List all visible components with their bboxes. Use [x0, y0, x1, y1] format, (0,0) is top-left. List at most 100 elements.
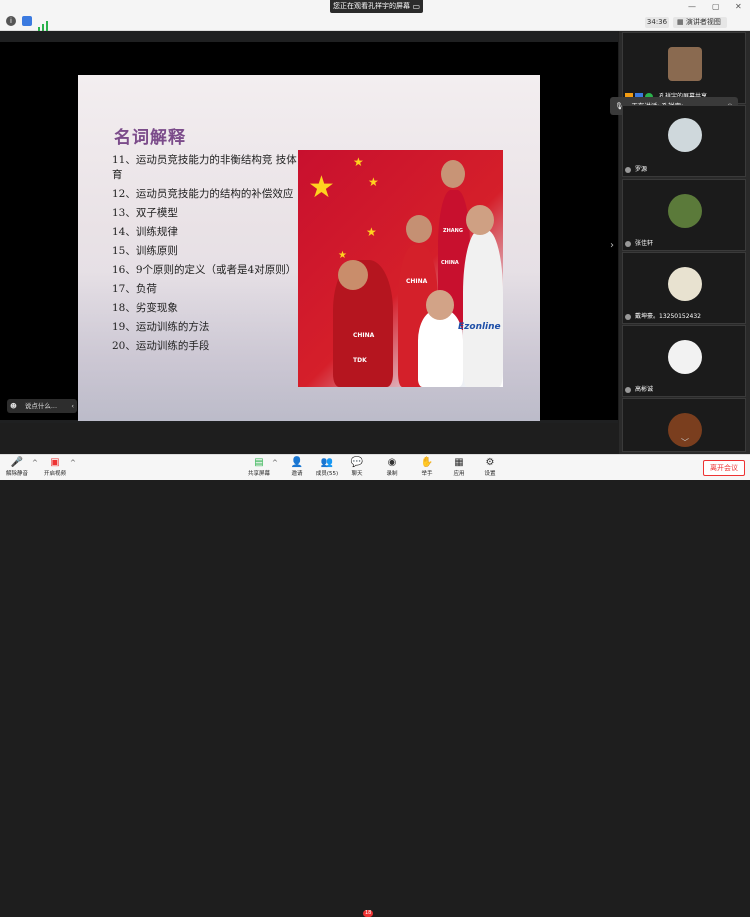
chat-icon: 💬 [350, 457, 364, 468]
avatar [668, 194, 702, 228]
avatar [668, 267, 702, 301]
athlete-face [426, 290, 454, 320]
chat-label: 聊天 [351, 471, 363, 477]
apps-button[interactable]: ▦ 应用 [444, 455, 474, 480]
chevron-up-icon[interactable]: ^ [32, 459, 38, 467]
avatar [668, 340, 702, 374]
share-screen-icon: ▤ [254, 457, 264, 468]
chat-input[interactable]: ☻ 说点什么... ‹ [7, 399, 77, 413]
apps-label: 应用 [453, 471, 465, 477]
slide-item: 12、运动员竞技能力的结构的补偿效应 [112, 188, 294, 200]
invite-button[interactable]: 👤 邀请 [282, 455, 312, 480]
slide-item-list: 11、运动员竞技能力的非衡结构竞 技体育 12、运动员竞技能力的结构的补偿效应 … [112, 153, 302, 358]
slide-item: 11、运动员竞技能力的非衡结构竞 技体育 [112, 154, 297, 181]
athlete-face [338, 260, 368, 290]
participant-name: 张佳轩 [635, 240, 654, 247]
members-label: 成员(55) [315, 471, 339, 477]
flag-star-icon: ★ [308, 170, 335, 205]
emoji-icon[interactable]: ☻ [10, 402, 17, 410]
mic-muted-icon [625, 314, 631, 320]
participant-name: 罗源 [635, 166, 648, 173]
settings-button[interactable]: ⚙ 设置 [475, 455, 505, 480]
mic-muted-icon [625, 167, 631, 173]
camera-off-icon: ▣ [50, 457, 60, 468]
shared-slide: 名词解释 11、运动员竞技能力的非衡结构竞 技体育 12、运动员竞技能力的结构的… [78, 75, 540, 421]
unmute-label: 解除静音 [5, 471, 28, 477]
close-icon[interactable]: ✕ [735, 2, 742, 11]
signal-icon[interactable] [38, 16, 48, 31]
flag-star-icon: ★ [338, 250, 347, 261]
athletes-photo: ★ ★ ★ ★ ★ CHINA ZHANG CHINA CHINA Ezonli… [298, 150, 503, 387]
jersey-text: ZHANG [443, 228, 463, 234]
slide-item: 14、训练规律 [112, 226, 178, 238]
participant-tile[interactable]: 戴坤豪。13250152432 [622, 252, 746, 324]
record-button[interactable]: ◉ 录制 [377, 455, 407, 480]
flag-star-icon: ★ [368, 175, 379, 189]
slide-item: 19、运动训练的方法 [112, 321, 210, 333]
avatar [668, 118, 702, 152]
flag-star-icon: ★ [366, 225, 377, 239]
athlete-face [466, 205, 494, 235]
flag-star-icon: ★ [353, 155, 364, 169]
members-icon: 👥 [320, 457, 334, 468]
slide-item: 15、训练原则 [112, 245, 178, 257]
chevron-up-icon[interactable]: ^ [272, 459, 278, 467]
jersey-text: CHINA [353, 332, 375, 339]
avatar [668, 47, 702, 81]
jersey-text: CHINA [406, 278, 428, 285]
top-bar: i 您正在观看孔祥宇的屏幕 ▭ — ▢ ✕ 34:36 ▦ 演讲者视图 [0, 0, 750, 31]
mic-off-icon: 🎤 [10, 457, 24, 468]
participant-tile[interactable]: 张佳轩 [622, 179, 746, 251]
minimize-icon[interactable]: — [688, 2, 696, 11]
invite-icon: 👤 [290, 457, 304, 468]
slide-item: 20、运动训练的手段 [112, 340, 210, 352]
shield-icon[interactable] [22, 16, 32, 26]
start-video-button[interactable]: ▣ 开启视频 [40, 455, 70, 480]
unmute-button[interactable]: 🎤 解除静音 [2, 455, 32, 480]
raise-hand-button[interactable]: ✋ 举手 [412, 455, 442, 480]
athlete-face [406, 215, 432, 243]
chat-placeholder: 说点什么... [24, 402, 58, 410]
slide-item: 13、双子模型 [112, 207, 178, 219]
apps-icon: ▦ [454, 457, 464, 468]
participant-tile[interactable]: 高彬诚 [622, 325, 746, 397]
collapse-icon[interactable]: ‹ [71, 399, 74, 413]
info-icon[interactable]: i [6, 16, 16, 26]
participant-tile[interactable]: 罗源 [622, 105, 746, 177]
start-video-label: 开启视频 [43, 471, 66, 477]
chevron-up-icon[interactable]: ^ [70, 459, 76, 467]
participant-tile[interactable]: ﹀ [622, 398, 746, 452]
share-banner-text: 您正在观看孔祥宇的屏幕 [333, 2, 410, 10]
maximize-icon[interactable]: ▢ [712, 2, 720, 11]
invite-label: 邀请 [291, 471, 303, 477]
members-button[interactable]: 👥 成员(55) [312, 455, 342, 480]
bottom-toolbar: 🎤 解除静音 ^ ▣ 开启视频 ^ ▤ 共享屏幕 ^ 👤 邀请 👥 成员(55)… [0, 454, 750, 917]
chevron-right-icon[interactable]: › [610, 240, 614, 251]
athlete-figure [418, 310, 463, 387]
share-screen-button[interactable]: ▤ 共享屏幕 [244, 455, 274, 480]
leave-meeting-button[interactable]: 离开会议 [703, 460, 745, 476]
hand-icon: ✋ [420, 457, 434, 468]
chat-button[interactable]: 💬 聊天 [342, 455, 372, 480]
participant-tile[interactable]: 孔祥宇的屏幕共享 [622, 32, 746, 104]
share-banner[interactable]: 您正在观看孔祥宇的屏幕 ▭ [330, 0, 423, 13]
chevron-down-icon[interactable]: ﹀ [681, 437, 689, 448]
sponsor-text: Ezonline [458, 322, 501, 332]
record-label: 录制 [386, 471, 398, 477]
chat-badge: 18 [363, 910, 374, 917]
mic-muted-icon [625, 387, 631, 393]
gear-icon: ⚙ [485, 457, 495, 468]
bib-text: TDK [353, 357, 367, 364]
screen-share-icon: ▭ [412, 2, 420, 11]
record-icon: ◉ [387, 457, 397, 468]
mic-muted-icon [625, 241, 631, 247]
slide-item: 16、9个原则的定义（或者是4对原则） [112, 264, 297, 276]
speaker-view-label: 演讲者视图 [685, 18, 721, 26]
meeting-timer: 34:36 [645, 17, 669, 28]
participant-name: 戴坤豪。13250152432 [635, 313, 701, 320]
grid-icon: ▦ [677, 18, 684, 26]
athlete-figure [463, 230, 503, 387]
jersey-text: CHINA [441, 260, 459, 266]
speaker-view-button[interactable]: ▦ 演讲者视图 [673, 17, 727, 28]
slide-item: 17、负荷 [112, 283, 157, 295]
